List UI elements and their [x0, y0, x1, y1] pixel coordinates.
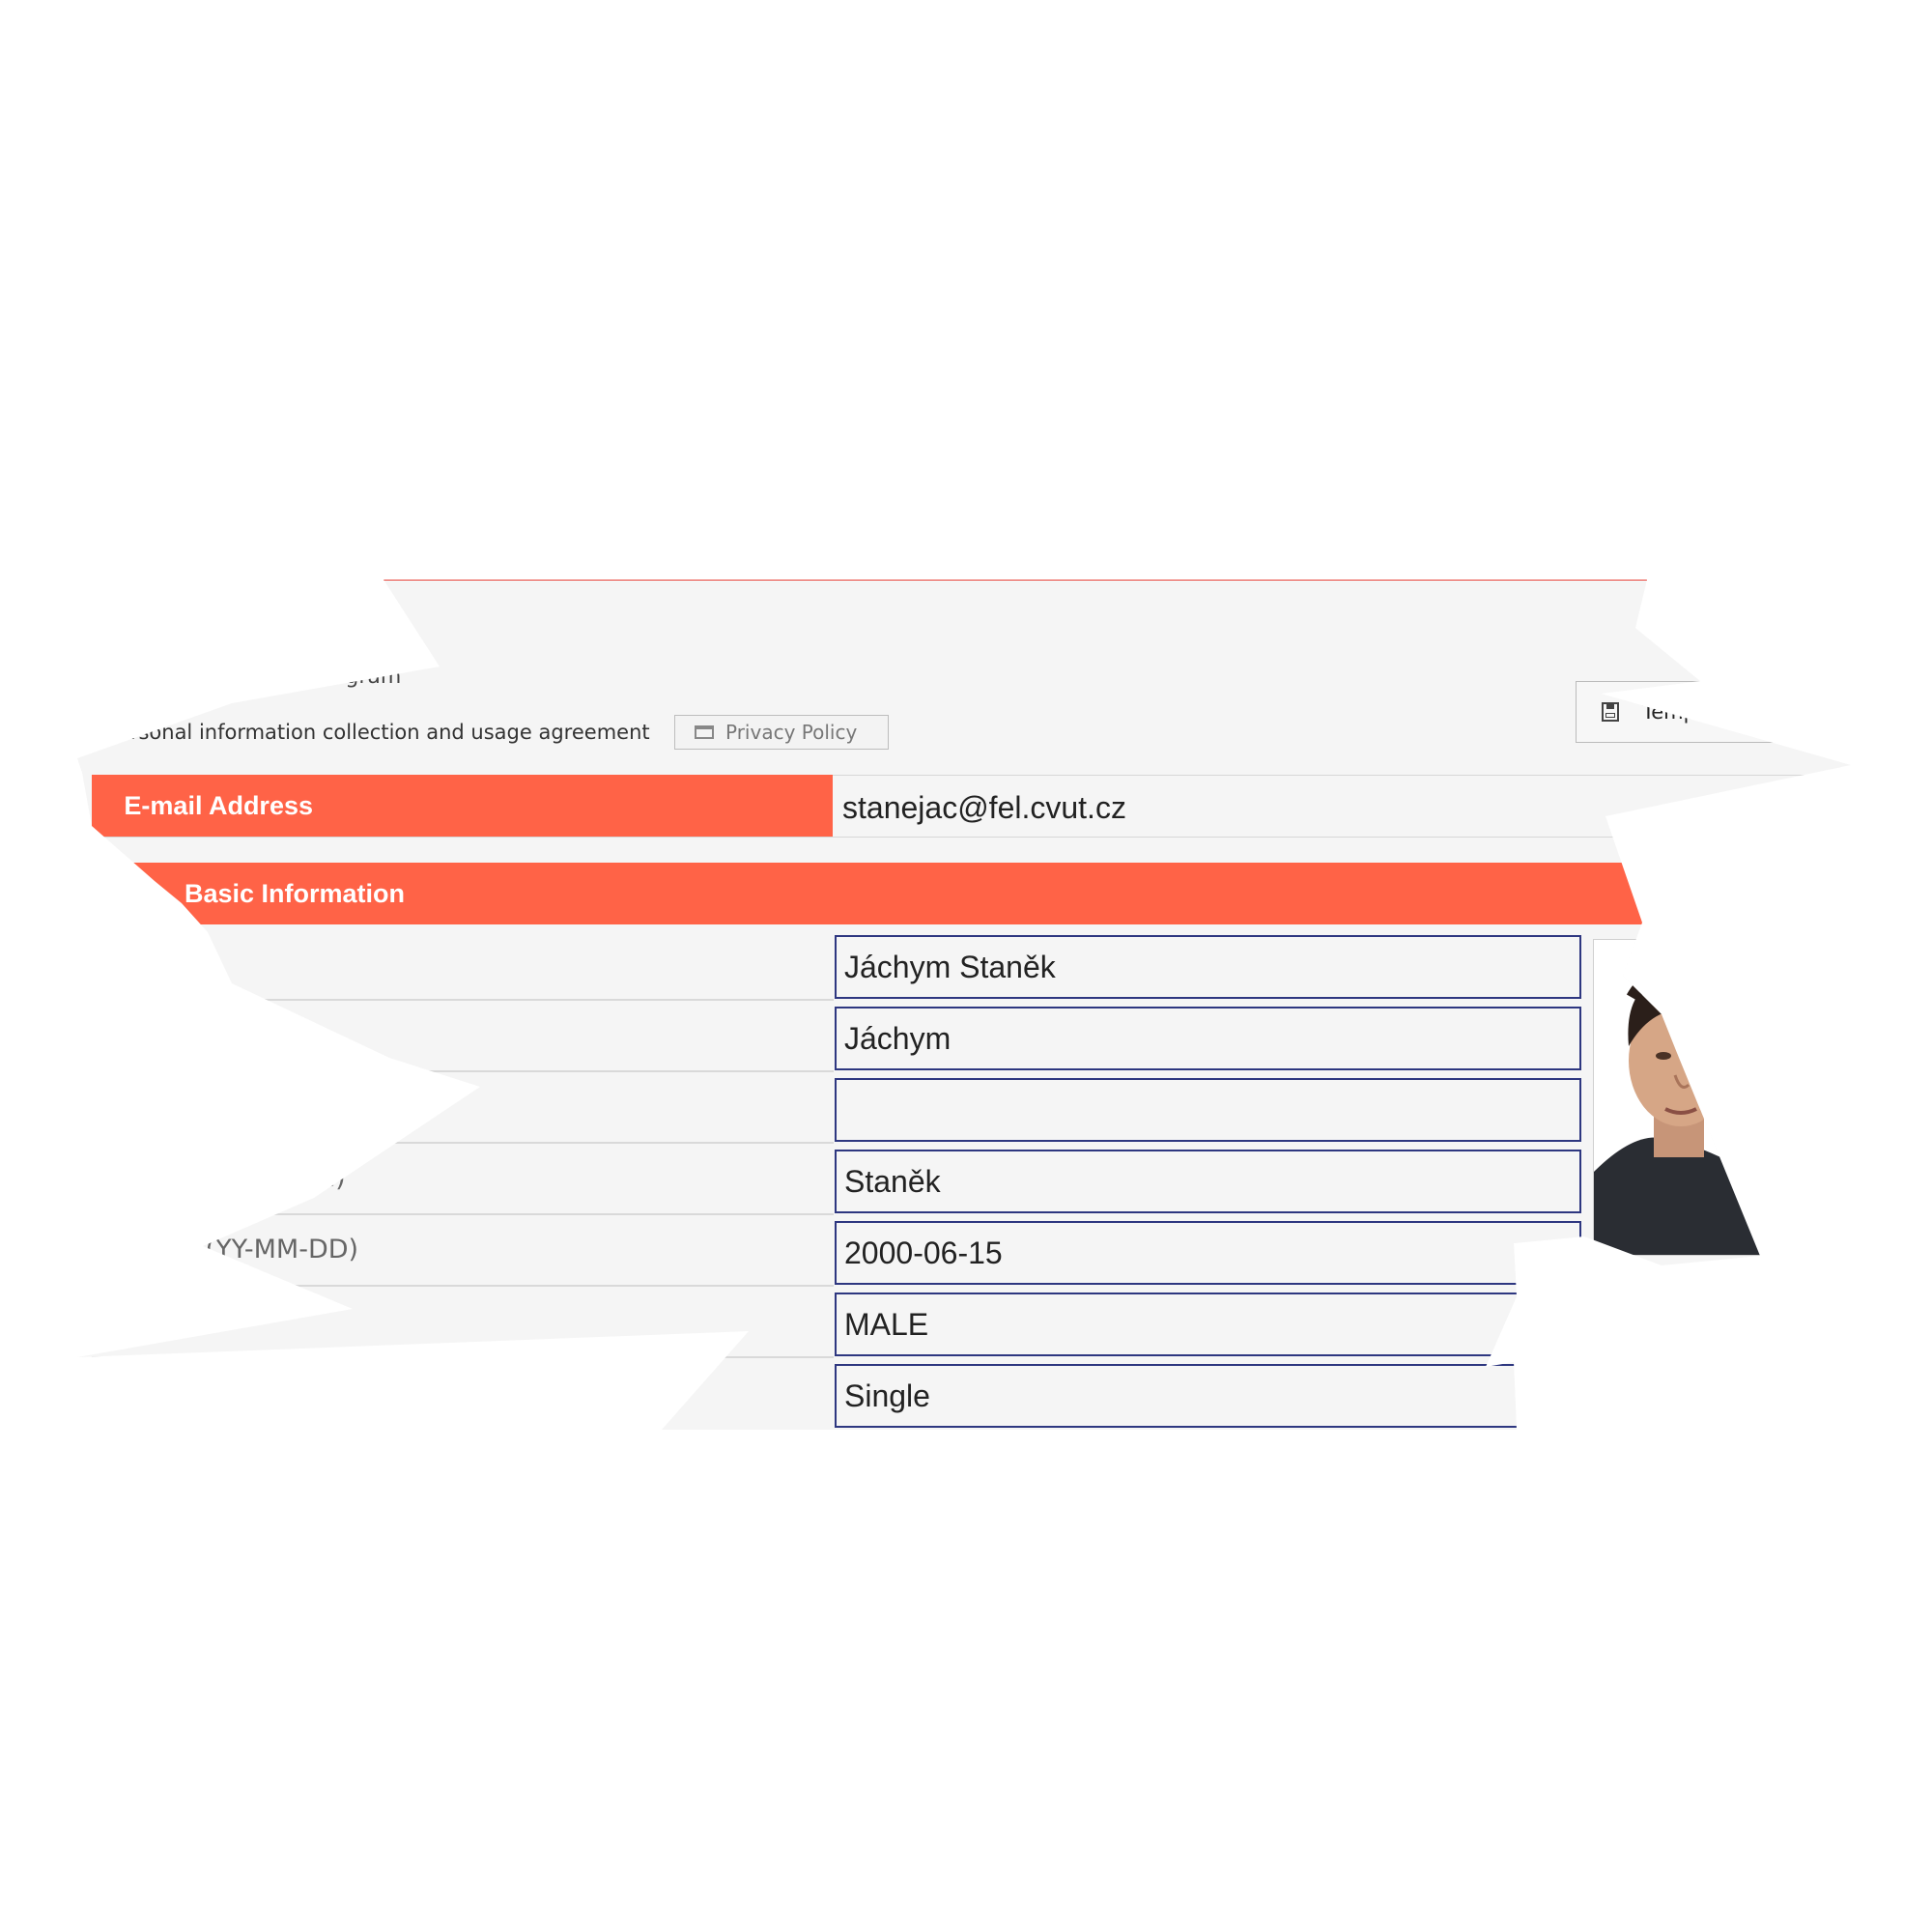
marital-status-label: Marital Status — [39, 1378, 220, 1407]
form-fragment: Exchange Program Personal information co… — [39, 580, 1851, 1430]
gender-field[interactable]: MALE — [835, 1293, 1581, 1356]
program-title: Exchange Program — [201, 665, 402, 689]
row-divider — [92, 999, 834, 1001]
full-name-label: Full Name — [39, 949, 169, 979]
family-name-field[interactable]: Staněk — [835, 1150, 1581, 1213]
email-row-divider — [92, 837, 1811, 838]
header-rule — [384, 580, 1647, 581]
profile-photo-frame — [1593, 939, 1767, 1256]
full-name-field[interactable]: Jáchym Staněk — [835, 935, 1581, 999]
given-name-label: Given Name — [39, 1020, 200, 1050]
temporary-save-label: Temporary Save — [1642, 700, 1806, 724]
gender-label: Gender — [39, 1306, 135, 1336]
middle-name-field[interactable] — [835, 1078, 1581, 1142]
marital-status-field[interactable]: Single — [835, 1364, 1581, 1428]
email-label-cell: E-mail Address — [92, 775, 833, 837]
date-of-birth-label: Date of Birth(YY-MM-DD) — [39, 1235, 359, 1264]
row-divider — [92, 1356, 834, 1358]
row-divider — [92, 1070, 834, 1072]
email-label: E-mail Address — [124, 790, 313, 820]
application-form-screen: Exchange Program Personal information co… — [0, 0, 1932, 1932]
section-title: Basic Information — [185, 878, 406, 908]
row-divider — [92, 1285, 834, 1287]
middle-name-label: Middle Name — [39, 1092, 211, 1122]
privacy-policy-label: Privacy Policy — [725, 721, 858, 744]
profile-photo — [1594, 940, 1766, 1255]
given-name-field[interactable]: Jáchym — [835, 1007, 1581, 1070]
row-divider — [92, 1142, 834, 1144]
family-name-label: Family Name(Surname) — [39, 1163, 346, 1193]
window-icon — [695, 725, 714, 739]
temporary-save-button[interactable]: Temporary Save — [1576, 681, 1827, 743]
consent-label: Personal information collection and usag… — [106, 721, 650, 744]
date-of-birth-field[interactable]: 2000-06-15 — [835, 1221, 1581, 1285]
row-divider — [92, 1213, 834, 1215]
floppy-disk-icon — [1602, 702, 1619, 722]
privacy-policy-button[interactable]: Privacy Policy — [674, 715, 889, 750]
section-header: Basic Information — [92, 863, 1647, 924]
email-value: stanejac@fel.cvut.cz — [842, 790, 1126, 825]
